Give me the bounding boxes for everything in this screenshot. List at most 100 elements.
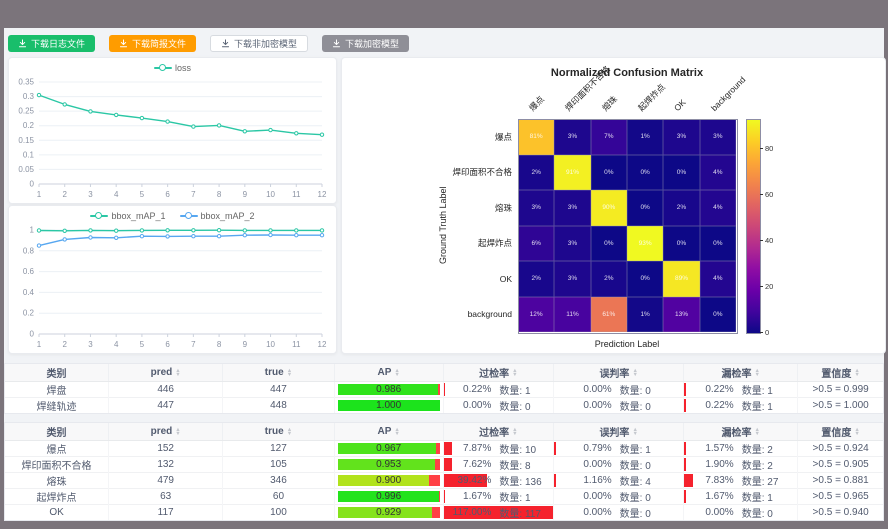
confidence-cell: >0.5 = 0.924 xyxy=(798,441,883,457)
category-cell: 焊盘 xyxy=(5,382,109,398)
sort-header-ap[interactable]: AP▲▼ xyxy=(334,364,443,382)
legend-item-bbox_mAP_2[interactable]: bbox_mAP_2 xyxy=(180,211,255,221)
button-label: 下载简报文件 xyxy=(132,37,186,50)
over-rate-value: 1.67% xyxy=(451,491,491,502)
matrix-row-label: OK xyxy=(342,261,512,297)
confidence-cell: >0.5 = 0.905 xyxy=(798,457,883,473)
matrix-cell: 1% xyxy=(627,297,663,333)
miss-rate-count: 数量: 0 xyxy=(742,505,788,520)
confusion-matrix-title: Normalized Confusion Matrix xyxy=(518,67,736,79)
svg-text:2: 2 xyxy=(63,340,68,349)
download-log-button[interactable]: 下载日志文件 xyxy=(8,35,95,52)
legend-item-loss[interactable]: loss xyxy=(154,63,191,73)
matrix-cell: 11% xyxy=(554,297,590,333)
matrix-col-label: background xyxy=(709,75,747,113)
svg-text:6: 6 xyxy=(165,190,170,199)
sort-header-true[interactable]: true▲▼ xyxy=(223,423,335,441)
svg-text:0.35: 0.35 xyxy=(18,78,34,87)
header-label: 置信度 xyxy=(821,365,851,380)
true-cell: 100 xyxy=(223,505,335,521)
over-rate-count: 数量: 1 xyxy=(499,489,545,504)
miss-rate-bar xyxy=(684,474,693,487)
header-label: pred xyxy=(151,367,173,378)
over-rate-count: 数量: 1 xyxy=(499,382,545,397)
sort-header-miss-rate[interactable]: 漏检率▲▼ xyxy=(684,364,798,382)
svg-text:11: 11 xyxy=(292,340,301,349)
sort-header-category: 类别 xyxy=(5,423,109,441)
svg-text:0.15: 0.15 xyxy=(18,136,34,145)
svg-text:4: 4 xyxy=(114,190,119,199)
sort-header-ap[interactable]: AP▲▼ xyxy=(334,423,443,441)
sort-header-confidence[interactable]: 置信度▲▼ xyxy=(798,423,883,441)
over-rate-bar xyxy=(444,490,446,503)
matrix-row-label: 熔珠 xyxy=(342,190,512,226)
miss-rate-bar xyxy=(684,458,686,471)
svg-text:0.3: 0.3 xyxy=(23,92,35,101)
svg-text:0.4: 0.4 xyxy=(23,288,35,297)
svg-text:6: 6 xyxy=(165,340,170,349)
pred-cell: 117 xyxy=(109,505,223,521)
download-unencrypted-model-button[interactable]: 下载非加密模型 xyxy=(210,35,308,52)
category-cell: 爆点 xyxy=(5,441,109,457)
sort-header-miss-rate[interactable]: 漏检率▲▼ xyxy=(684,423,798,441)
matrix-col-label: 爆点 xyxy=(527,94,546,113)
sort-header-true[interactable]: true▲▼ xyxy=(223,364,335,382)
ap-value: 0.996 xyxy=(338,491,440,502)
sort-header-over-rate[interactable]: 过检率▲▼ xyxy=(443,364,554,382)
svg-text:7: 7 xyxy=(191,190,196,199)
matrix-cell: 61% xyxy=(591,297,627,333)
ap-value: 0.967 xyxy=(338,443,440,454)
colorbar-tick-label: 0 xyxy=(765,328,769,337)
matrix-cell: 3% xyxy=(554,119,590,155)
sort-header-category: 类别 xyxy=(5,364,109,382)
over-rate-value: 7.87% xyxy=(451,443,491,454)
sort-icon: ▲▼ xyxy=(394,428,399,436)
legend-item-bbox_mAP_1[interactable]: bbox_mAP_1 xyxy=(90,211,165,221)
download-encrypted-model-button[interactable]: 下载加密模型 xyxy=(322,35,409,52)
matrix-cell: 4% xyxy=(700,190,736,226)
legend-label: bbox_mAP_2 xyxy=(201,211,255,221)
category-cell: OK xyxy=(5,505,109,521)
over-rate-cell: 7.87%数量: 10 xyxy=(443,441,554,457)
category-cell: 起焊炸点 xyxy=(5,489,109,505)
table-row: 爆点1521270.9677.87%数量: 100.79%数量: 11.57%数… xyxy=(5,441,883,457)
sort-header-misjudge-rate[interactable]: 误判率▲▼ xyxy=(554,423,684,441)
misjudge-rate-bar xyxy=(554,474,556,487)
matrix-cell: 3% xyxy=(554,190,590,226)
pred-cell: 63 xyxy=(109,489,223,505)
colorbar-tick-label: 60 xyxy=(765,190,773,199)
sort-header-misjudge-rate[interactable]: 误判率▲▼ xyxy=(554,364,684,382)
matrix-cell: 1% xyxy=(627,119,663,155)
sort-icon: ▲▼ xyxy=(175,428,180,436)
download-icon xyxy=(332,39,341,48)
svg-text:0.1: 0.1 xyxy=(23,150,35,159)
over-rate-count: 数量: 136 xyxy=(499,473,545,488)
sort-icon: ▲▼ xyxy=(854,369,859,377)
misjudge-rate-count: 数量: 0 xyxy=(620,457,666,472)
category-cell: 焊印面积不合格 xyxy=(5,457,109,473)
sort-header-pred[interactable]: pred▲▼ xyxy=(109,423,223,441)
matrix-cell: 13% xyxy=(663,297,699,333)
misjudge-rate-value: 0.00% xyxy=(572,507,612,518)
matrix-cell: 2% xyxy=(518,155,554,191)
download-icon xyxy=(18,39,27,48)
category-cell: 熔珠 xyxy=(5,473,109,489)
sort-header-pred[interactable]: pred▲▼ xyxy=(109,364,223,382)
miss-rate-value: 0.22% xyxy=(694,400,734,411)
sort-header-over-rate[interactable]: 过检率▲▼ xyxy=(443,423,554,441)
misjudge-rate-cell: 0.00%数量: 0 xyxy=(554,505,684,521)
misjudge-rate-value: 0.00% xyxy=(572,459,612,470)
download-report-button[interactable]: 下载简报文件 xyxy=(109,35,196,52)
matrix-cell: 93% xyxy=(627,226,663,262)
misjudge-rate-bar xyxy=(554,442,556,455)
matrix-cell: 89% xyxy=(663,261,699,297)
sort-header-confidence[interactable]: 置信度▲▼ xyxy=(798,364,883,382)
table-row: 焊盘4464470.9860.22%数量: 10.00%数量: 00.22%数量… xyxy=(5,382,883,398)
loss-chart-legend: loss xyxy=(9,63,336,73)
matrix-cell: 81% xyxy=(518,119,554,155)
svg-text:4: 4 xyxy=(114,340,119,349)
confusion-matrix-card: Normalized Confusion Matrix Ground Truth… xyxy=(341,57,886,354)
sort-icon: ▲▼ xyxy=(287,428,292,436)
svg-text:0: 0 xyxy=(30,180,35,189)
table-row: OK1171000.929117.00%数量: 1170.00%数量: 00.0… xyxy=(5,505,883,521)
